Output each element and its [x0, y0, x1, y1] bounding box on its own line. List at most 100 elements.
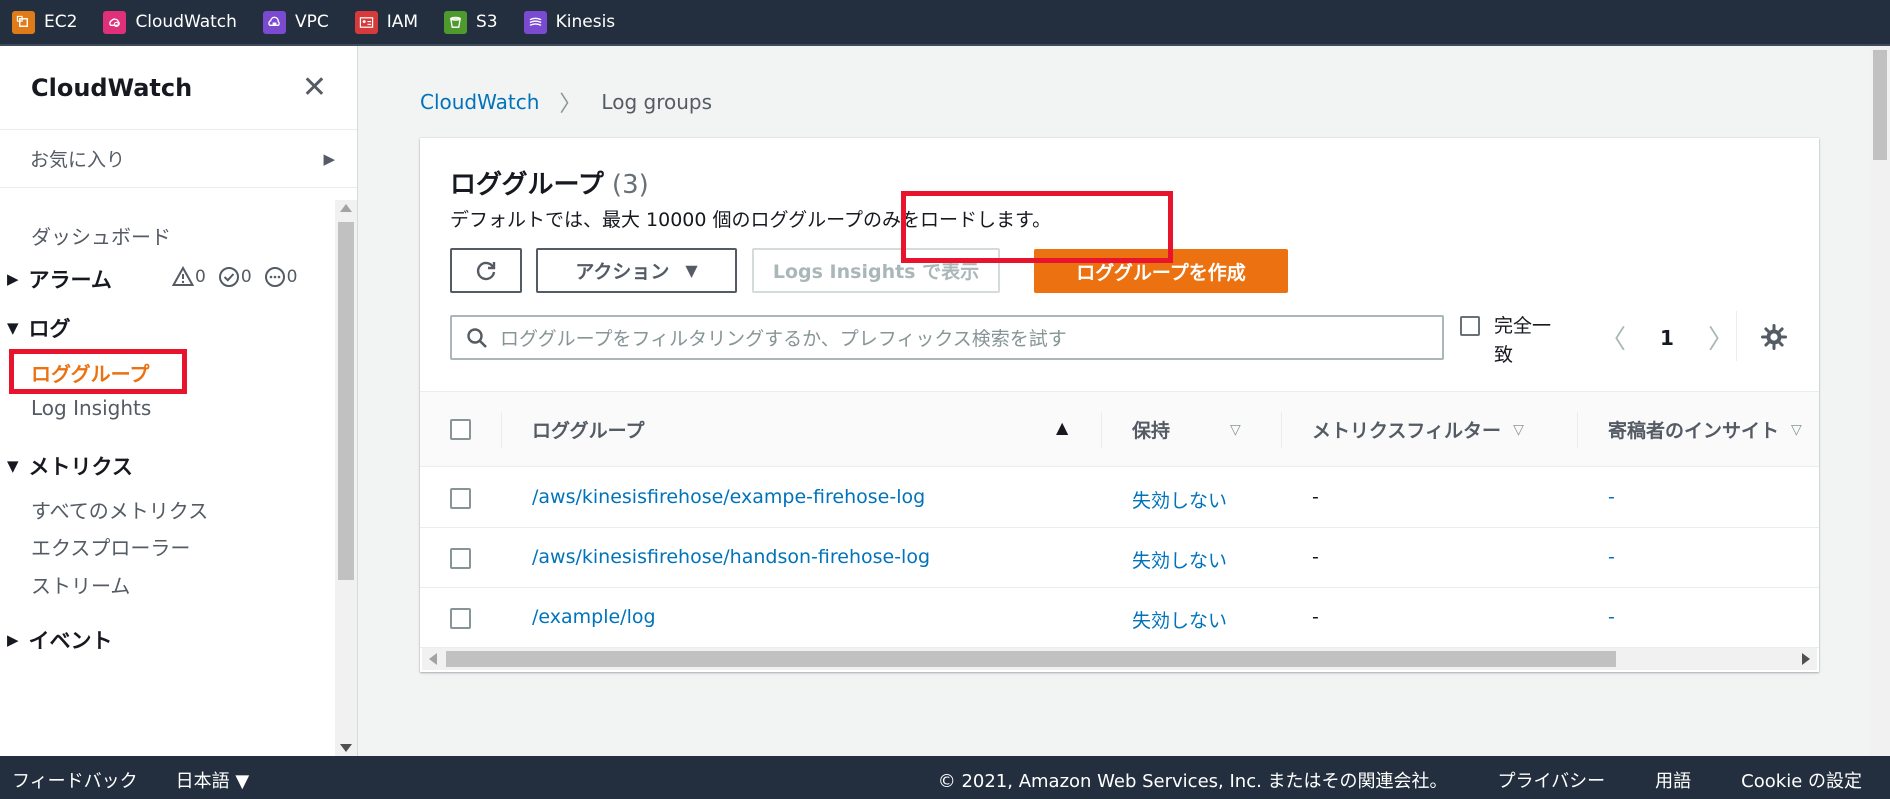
section-label: イベント: [28, 629, 113, 653]
ok-badge[interactable]: 0: [218, 266, 252, 288]
sort-icon[interactable]: ▽: [1230, 422, 1241, 438]
sidebar-scrollbar[interactable]: [335, 200, 357, 756]
sidebar-title: CloudWatch: [31, 73, 193, 102]
iam-icon: [354, 10, 378, 34]
retention-link[interactable]: 失効しない: [1132, 486, 1227, 513]
table-row: /aws/kinesisfirehose/handson-firehose-lo…: [420, 528, 1819, 588]
search-input[interactable]: ロググループをフィルタリングするか、プレフィックス検索を試す: [450, 315, 1444, 360]
scrollbar-thumb[interactable]: [1873, 50, 1887, 160]
scrollbar-thumb[interactable]: [338, 222, 354, 580]
log-group-link[interactable]: /aws/kinesisfirehose/exampe-firehose-log: [532, 486, 925, 508]
favorites-bar: EC2 CloudWatch VPC IAM S3 Kinesis: [0, 0, 1890, 44]
row-checkbox[interactable]: [450, 608, 471, 629]
scroll-right-icon[interactable]: [1802, 653, 1810, 665]
divider: [1101, 412, 1102, 448]
favorite-vpc[interactable]: VPC: [262, 10, 329, 34]
contributor-insights-link[interactable]: -: [1608, 486, 1615, 508]
actions-dropdown[interactable]: アクション ▼: [536, 248, 737, 293]
panel-title-text: ロググループ: [450, 170, 604, 200]
metric-filters-value: -: [1312, 606, 1319, 628]
s3-icon: [444, 10, 468, 34]
close-icon[interactable]: ✕: [302, 72, 327, 103]
sidebar-item-log-insights[interactable]: Log Insights: [31, 396, 151, 420]
caret-down-icon: ▼: [7, 319, 19, 337]
main-vertical-scrollbar[interactable]: [1870, 46, 1890, 756]
caret-down-icon: ▼: [685, 261, 698, 280]
sort-icon[interactable]: ▽: [1513, 422, 1524, 438]
scroll-up-icon[interactable]: [340, 204, 352, 212]
sidebar-item-all-metrics[interactable]: すべてのメトリクス: [31, 495, 208, 524]
scrollbar-thumb[interactable]: [446, 651, 1616, 667]
contributor-insights-link[interactable]: -: [1608, 606, 1615, 628]
divider: [1577, 412, 1578, 448]
sidebar-item-dashboard[interactable]: ダッシュボード: [31, 221, 171, 250]
warning-icon: [172, 266, 194, 286]
cookie-settings-link[interactable]: Cookie の設定: [1741, 767, 1862, 793]
section-label: メトリクス: [28, 455, 133, 479]
column-header-contributor-insights[interactable]: 寄稿者のインサイト ▽: [1608, 416, 1802, 443]
alarm-status-badges: 0 0 0: [172, 266, 309, 288]
column-header-log-group[interactable]: ロググループ: [532, 416, 644, 443]
sidebar-favorites[interactable]: お気に入り ▶: [0, 130, 357, 188]
sidebar-item-explorer[interactable]: エクスプローラー: [31, 532, 190, 561]
refresh-icon: [476, 261, 496, 280]
gear-icon[interactable]: [1760, 323, 1788, 351]
favorite-cloudwatch[interactable]: CloudWatch: [103, 10, 237, 34]
scroll-left-icon[interactable]: [429, 653, 437, 665]
sort-ascending-icon[interactable]: ▲: [1056, 418, 1068, 437]
insufficient-badge[interactable]: 0: [264, 266, 297, 288]
chevron-right-icon[interactable]: 〉: [1708, 319, 1734, 356]
feedback-link[interactable]: フィードバック: [12, 767, 138, 793]
row-checkbox[interactable]: [450, 548, 471, 569]
retention-link[interactable]: 失効しない: [1132, 606, 1227, 633]
select-all-checkbox[interactable]: [450, 419, 471, 440]
sidebar-section-metrics[interactable]: ▼ メトリクス: [7, 451, 133, 481]
privacy-link[interactable]: プライバシー: [1498, 767, 1606, 793]
table-horizontal-scrollbar[interactable]: [422, 648, 1817, 670]
contributor-insights-link[interactable]: -: [1608, 546, 1615, 568]
sidebar-section-events[interactable]: ▶ イベント: [7, 625, 113, 655]
scroll-down-icon[interactable]: [340, 744, 352, 752]
breadcrumb: CloudWatch 〉 Log groups: [420, 86, 712, 118]
pagination: 〈 1 〉: [1600, 319, 1734, 356]
search-icon: [467, 327, 487, 348]
language-selector[interactable]: 日本語 ▼: [176, 767, 250, 793]
log-group-link[interactable]: /example/log: [532, 606, 656, 628]
sort-icon[interactable]: ▽: [1791, 422, 1802, 438]
favorite-kinesis[interactable]: Kinesis: [523, 10, 615, 34]
caret-right-icon: ▶: [323, 149, 335, 168]
favorite-iam[interactable]: IAM: [354, 10, 419, 34]
log-group-link[interactable]: /aws/kinesisfirehose/handson-firehose-lo…: [532, 546, 930, 568]
column-header-metric-filters[interactable]: メトリクスフィルター ▽: [1312, 416, 1524, 443]
alarm-badge[interactable]: 0: [172, 266, 206, 288]
sidebar-nav: ダッシュボード ▶ アラーム 0 0 0 ▼ ログ ロググループ Log Ins…: [0, 189, 333, 756]
favorite-ec2[interactable]: EC2: [12, 10, 77, 34]
favorite-label: IAM: [386, 12, 419, 32]
row-checkbox[interactable]: [450, 488, 471, 509]
sidebar: CloudWatch ✕ お気に入り ▶ ダッシュボード ▶ アラーム 0 0 …: [0, 46, 358, 756]
breadcrumb-cloudwatch[interactable]: CloudWatch: [420, 90, 539, 114]
kinesis-icon: [523, 10, 547, 34]
sidebar-item-streams[interactable]: ストリーム: [31, 570, 130, 599]
sidebar-section-alarms[interactable]: ▶ アラーム: [7, 264, 112, 294]
sidebar-section-logs[interactable]: ▼ ログ: [7, 313, 71, 343]
current-page[interactable]: 1: [1660, 326, 1674, 350]
refresh-button[interactable]: [450, 248, 522, 293]
section-label: アラーム: [28, 268, 112, 292]
column-label: ロググループ: [532, 420, 645, 442]
favorite-label: S3: [476, 12, 498, 32]
cloudwatch-icon: [103, 10, 127, 34]
caret-right-icon: ▶: [7, 631, 19, 649]
exact-match-checkbox[interactable]: 完全一致: [1460, 312, 1568, 370]
favorites-label: お気に入り: [30, 149, 126, 171]
highlight-box: [901, 191, 1173, 263]
column-header-retention[interactable]: 保持 ▽: [1132, 416, 1241, 443]
caret-right-icon: ▶: [7, 270, 19, 288]
chevron-left-icon[interactable]: 〈: [1600, 319, 1626, 356]
retention-link[interactable]: 失効しない: [1132, 546, 1227, 573]
table-row: /example/log 失効しない - -: [420, 588, 1819, 648]
checkbox[interactable]: [1460, 316, 1480, 336]
favorite-s3[interactable]: S3: [444, 10, 498, 34]
terms-link[interactable]: 用語: [1655, 767, 1691, 793]
footer: フィードバック 日本語 ▼ © 2021, Amazon Web Service…: [0, 756, 1890, 799]
